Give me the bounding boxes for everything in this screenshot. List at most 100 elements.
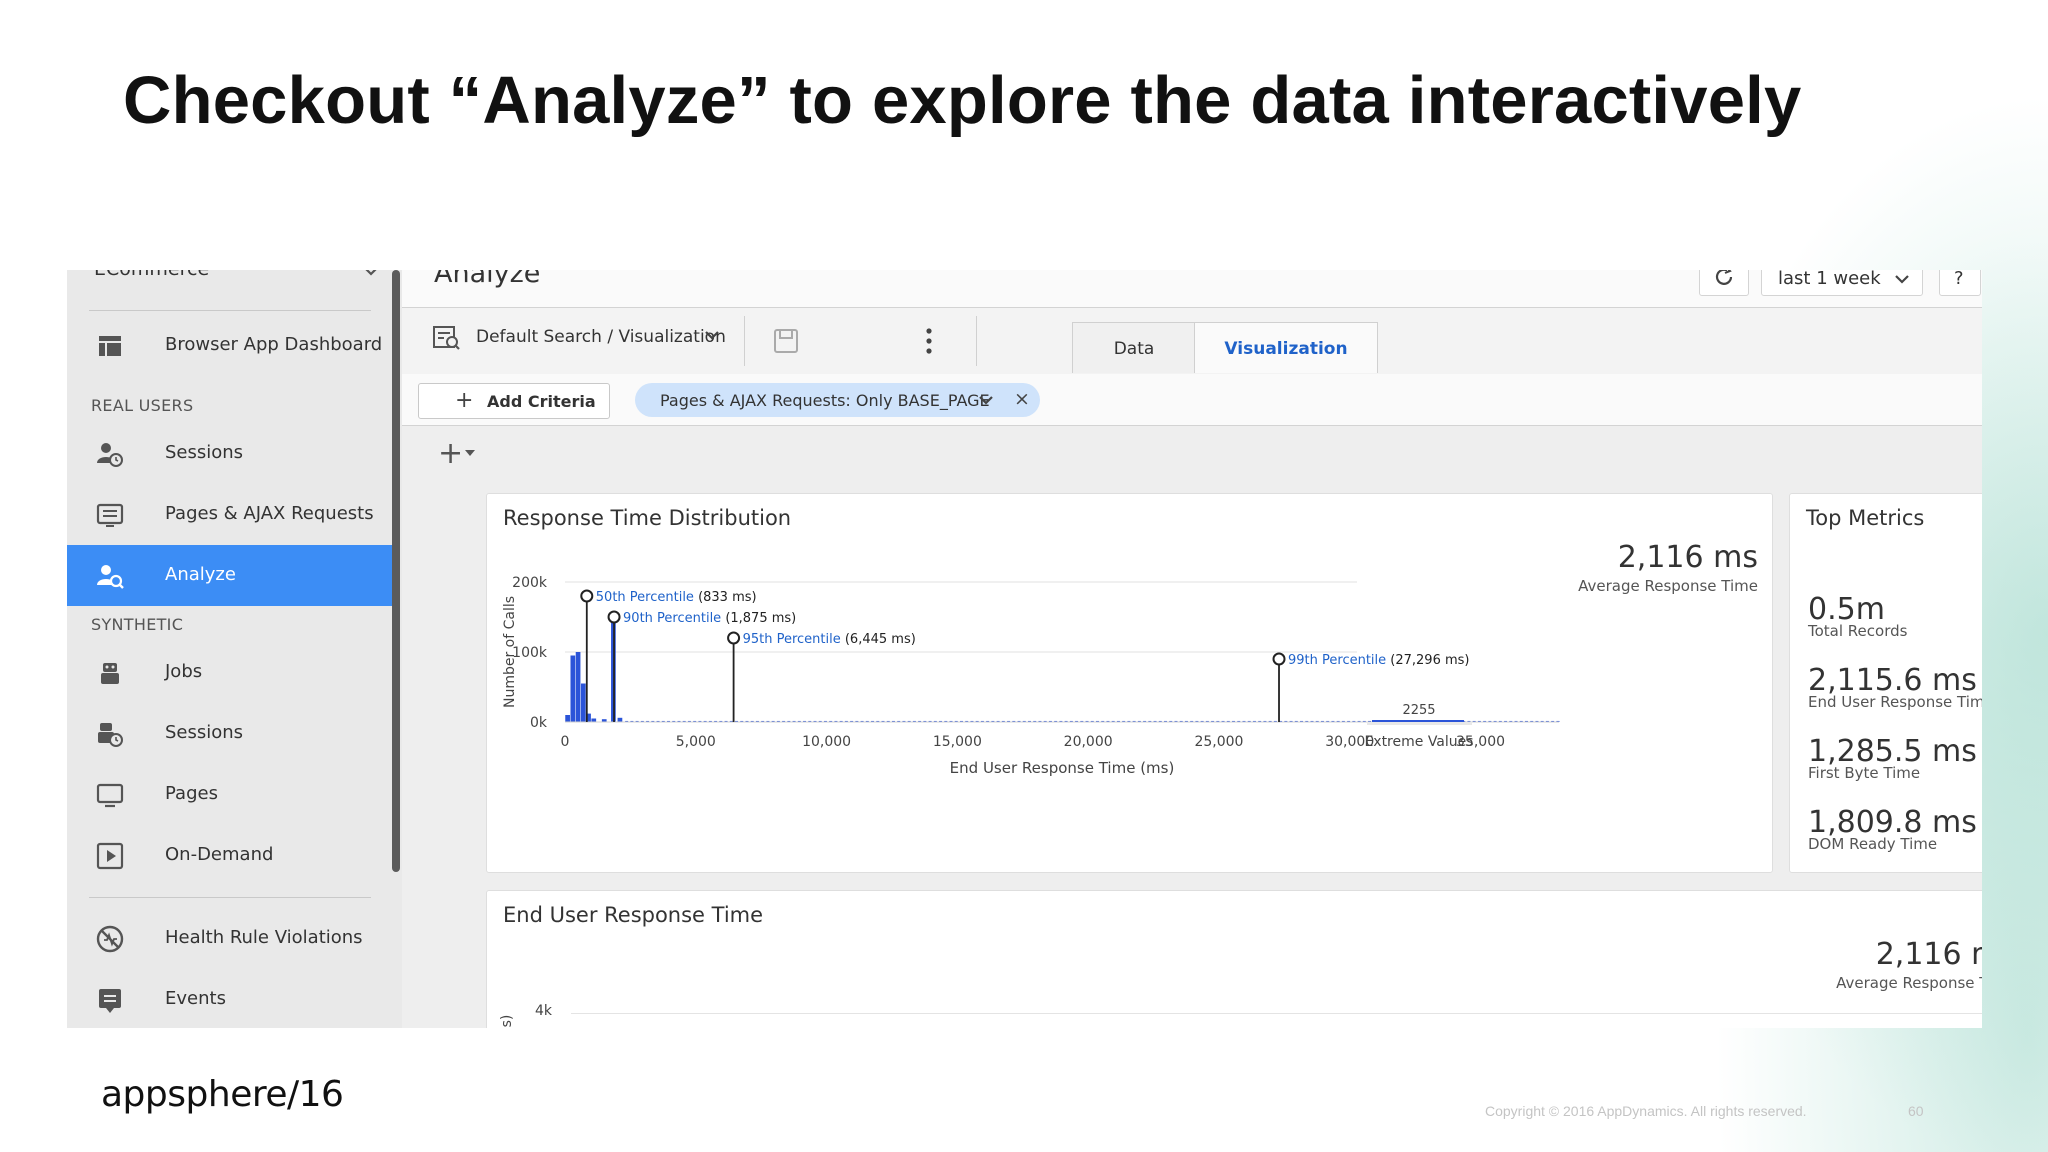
chevron-down-icon [1895,275,1909,284]
sidebar-item-browser-app-dashboard[interactable]: Browser App Dashboard [67,315,393,376]
app-screenshot: ECommerce Browser App Dashboard REAL USE… [67,270,1982,1028]
card-title: End User Response Time [503,903,764,927]
end-user-response-time-card: End User Response Time 2,116 ms Average … [486,890,1982,1028]
add-criteria-label: Add Criteria [487,392,596,411]
sidebar-item-pages-ajax-requests[interactable]: Pages & AJAX Requests [67,484,393,545]
save-icon[interactable] [773,328,799,354]
sidebar-item-synthetic-sessions[interactable]: Sessions [67,703,393,764]
time-range-label: last 1 week [1778,270,1881,289]
sidebar-item-analyze[interactable]: Analyze [67,545,393,606]
sidebar: ECommerce Browser App Dashboard REAL USE… [67,270,402,1028]
refresh-icon [1715,270,1733,285]
y-axis-label: ms) [499,1014,515,1028]
metric-label: First Byte Time [1808,764,1921,782]
tab-data[interactable]: Data [1072,322,1196,373]
sidebar-item-sessions[interactable]: Sessions [67,423,393,484]
tab-visualization[interactable]: Visualization [1194,322,1378,373]
toolbar-divider [744,316,745,366]
sidebar-item-jobs[interactable]: Jobs [67,642,393,703]
health-violation-icon [96,925,124,953]
header-bar: Analyze last 1 week ? [402,270,1982,308]
sidebar-item-label: Sessions [165,442,244,463]
more-options-icon[interactable] [924,327,934,355]
sidebar-item-events[interactable]: Events [67,969,393,1028]
section-real-users: REAL USERS [91,396,194,415]
percentile-detail: (833 ms) [698,590,757,605]
percentile-label: 95th Percentile (6,445 ms) [743,632,916,647]
help-label: ? [1954,270,1964,289]
help-button[interactable]: ? [1939,270,1981,296]
page-request-icon [96,503,124,527]
percentile-name[interactable]: 95th Percentile [743,632,845,647]
filter-pill[interactable]: Pages & AJAX Requests: Only BASE_PAGE × [635,383,1040,417]
sidebar-item-label: Pages & AJAX Requests [165,503,374,524]
y-tick-label: 0k [530,715,548,731]
time-range-dropdown[interactable]: last 1 week [1761,270,1923,296]
percentile-detail: (27,296 ms) [1390,653,1469,668]
sidebar-item-label: Events [165,988,226,1009]
close-icon[interactable]: × [1014,388,1030,410]
dashboard-icon [99,336,121,356]
search-visualization-icon [433,326,460,350]
add-widget-button[interactable]: + [438,436,463,471]
sidebar-item-pages[interactable]: Pages [67,764,393,825]
histogram-bar [617,717,623,722]
sidebar-item-health-rule-violations[interactable]: Health Rule Violations [67,908,393,969]
sidebar-item-label: Browser App Dashboard [165,334,383,355]
histogram-bar [580,683,586,722]
percentile-label: 99th Percentile (27,296 ms) [1288,653,1469,668]
user-clock-icon [97,443,123,467]
x-tick-label: 5,000 [676,734,716,750]
histogram-bar [570,655,576,722]
sidebar-item-on-demand[interactable]: On-Demand [67,825,393,886]
response-time-distribution-card: Response Time Distribution 2,116 ms Aver… [486,493,1773,873]
app-selector[interactable]: ECommerce [94,270,209,280]
play-icon [96,842,124,870]
sidebar-divider [89,897,371,898]
x-tick-label: 20,000 [1064,734,1113,750]
chevron-down-icon[interactable] [704,330,720,340]
percentile-marker [1272,652,1286,666]
refresh-button[interactable] [1699,270,1749,296]
user-search-icon [97,565,124,589]
x-tick-label: 25,000 [1194,734,1243,750]
add-criteria-button[interactable]: + Add Criteria [418,383,610,419]
percentile-marker [607,610,621,624]
filter-pill-label: Pages & AJAX Requests: Only BASE_PAGE [660,391,990,410]
section-synthetic: SYNTHETIC [91,615,184,634]
criteria-bar: + Add Criteria Pages & AJAX Requests: On… [402,374,1982,426]
chevron-down-icon[interactable] [363,270,379,276]
card-title: Top Metrics [1806,506,1925,530]
gridline [571,1013,1982,1014]
sidebar-scrollbar[interactable] [392,270,400,872]
percentile-marker [727,631,741,645]
monitor-icon [96,783,124,808]
events-icon [99,989,121,1013]
saved-search-label[interactable]: Default Search / Visualization [476,327,726,347]
y-axis-label: Number of Calls [502,596,518,708]
percentile-detail: (6,445 ms) [845,632,916,647]
percentile-name[interactable]: 99th Percentile [1288,653,1390,668]
x-tick-label: 15,000 [933,734,982,750]
average-response-value: 2,116 ms [1875,937,1982,972]
percentile-label: 50th Percentile (833 ms) [596,590,757,605]
sidebar-item-label: Analyze [165,564,236,585]
histogram-bar [575,652,581,722]
sidebar-divider [89,310,371,311]
percentile-name[interactable]: 50th Percentile [596,590,698,605]
robot-icon [101,663,119,684]
appsphere-logo: appsphere/16 [101,1074,344,1115]
divider [402,425,1982,426]
x-tick-label: 10,000 [802,734,851,750]
robot-clock-icon [98,723,123,747]
y-tick-label: 200k [512,575,548,591]
tab-label: Visualization [1224,339,1348,359]
toolbar-divider [976,316,977,366]
extreme-values-label: Extreme Values [1364,734,1473,750]
histogram-bar [565,715,570,722]
caret-down-icon[interactable] [465,450,475,456]
percentile-name[interactable]: 90th Percentile [623,611,725,626]
page-title: Analyze [434,270,541,289]
percentile-detail: (1,875 ms) [725,611,796,626]
chevron-down-icon[interactable] [978,395,994,405]
